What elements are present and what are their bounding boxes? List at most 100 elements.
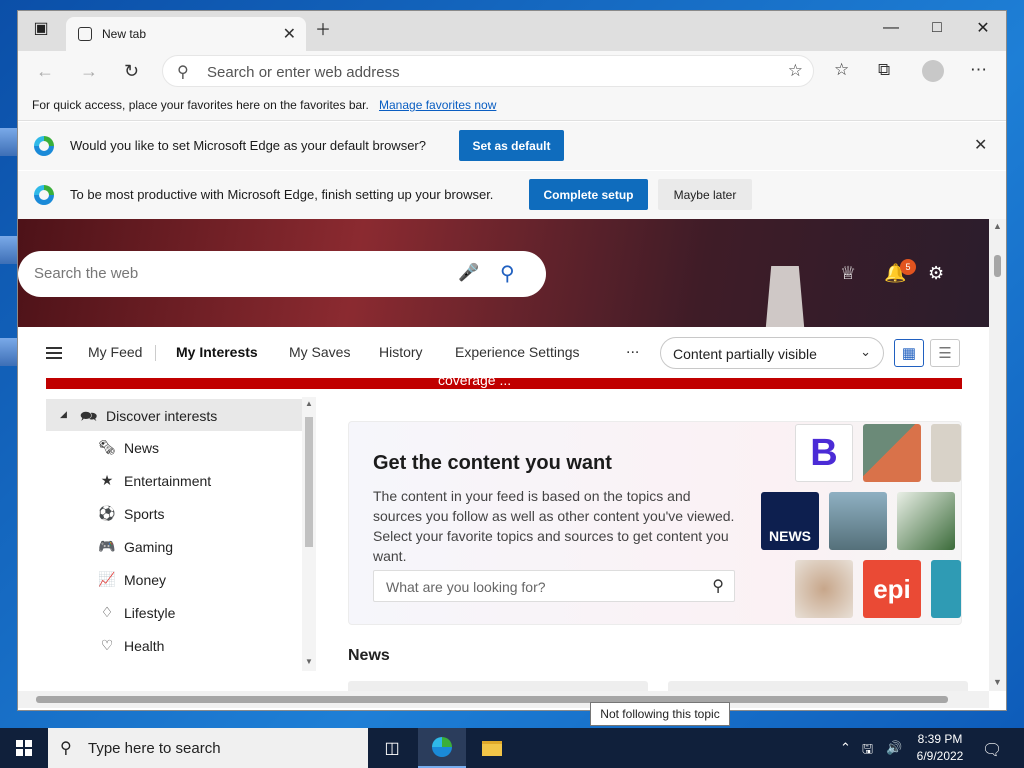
tab-my-feed[interactable]: My Feed [88, 344, 142, 360]
file-explorer-icon[interactable] [468, 728, 516, 768]
topic-tile-image[interactable] [931, 560, 961, 618]
edge-logo-icon [34, 185, 54, 205]
news-section-heading: News [348, 647, 390, 664]
tab-experience-settings[interactable]: Experience Settings [455, 344, 580, 360]
more-icon[interactable]: ⋯ [970, 60, 987, 80]
complete-setup-button[interactable]: Complete setup [529, 179, 648, 210]
page-horizontal-scrollbar[interactable] [18, 691, 989, 708]
hamburger-menu-icon[interactable] [46, 347, 62, 359]
news-card[interactable] [668, 681, 968, 691]
topic-tile-image[interactable] [863, 424, 921, 482]
start-button[interactable] [0, 728, 48, 768]
scrollbar-thumb[interactable] [305, 417, 313, 547]
forward-icon[interactable]: → [80, 61, 98, 82]
collections-icon[interactable]: ⧉ [878, 60, 890, 80]
volume-icon[interactable]: 🔊 [886, 740, 902, 756]
task-view-icon[interactable]: ◫ [368, 728, 416, 768]
ball-icon: ⚽ [98, 505, 116, 521]
grid-view-icon[interactable]: ▦ [894, 339, 924, 367]
source-tile-epi[interactable]: epi [863, 560, 921, 618]
interest-label: Health [124, 638, 165, 654]
collapse-triangle-icon[interactable]: ◢ [60, 409, 67, 420]
setup-message: To be most productive with Microsoft Edg… [70, 187, 494, 202]
settings-gear-icon[interactable]: ⚙ [928, 263, 944, 284]
tile-label: NEWS [769, 528, 811, 544]
topic-search-input[interactable]: What are you looking for? ⚲ [373, 570, 735, 602]
set-as-default-button[interactable]: Set as default [459, 130, 564, 161]
new-tab-button[interactable]: ＋ [300, 11, 346, 45]
desktop-icon[interactable] [0, 128, 18, 156]
windmill-image [765, 266, 805, 327]
newspaper-icon: 🗞 [98, 439, 116, 455]
coverage-banner[interactable]: coverage ... [46, 378, 962, 389]
back-icon[interactable]: ← [36, 61, 54, 82]
scrollbar-thumb[interactable] [36, 696, 948, 703]
chevron-up-icon[interactable]: ⌃ [840, 740, 851, 756]
network-icon[interactable]: 🖫 [862, 740, 873, 762]
interest-label: Entertainment [124, 473, 212, 489]
tab-new-tab[interactable]: New tab ✕ [66, 17, 306, 51]
get-content-card: Get the content you want The content in … [348, 421, 962, 625]
notifications-center-icon[interactable]: 🗨 [982, 740, 1002, 760]
interests-scrollbar[interactable]: ▲ ▼ [302, 397, 316, 671]
desktop-icon[interactable] [0, 236, 18, 264]
discover-interests-label: Discover interests [106, 408, 218, 424]
address-bar[interactable]: ⚲ Search or enter web address ☆ [162, 55, 814, 87]
topic-tile-image[interactable] [897, 492, 955, 550]
refresh-icon[interactable]: ↻ [124, 61, 139, 82]
manage-favorites-link[interactable]: Manage favorites now [379, 98, 496, 112]
discover-interests-header[interactable]: ◢ 🗪 Discover interests [46, 399, 302, 431]
topic-tile-image[interactable] [829, 492, 887, 550]
tab-history[interactable]: History [379, 344, 423, 360]
topic-tile-image[interactable] [795, 560, 853, 618]
search-icon[interactable]: ⚲ [500, 261, 515, 286]
interest-label: Gaming [124, 539, 174, 555]
profile-avatar[interactable] [922, 60, 944, 82]
tile-label: epi [873, 573, 911, 604]
page-vertical-scrollbar[interactable]: ▲ ▼ [989, 219, 1006, 691]
close-tab-icon[interactable]: ✕ [283, 24, 296, 44]
feed-more-button[interactable]: ... [626, 340, 639, 358]
scroll-up-icon[interactable]: ▲ [993, 221, 1002, 231]
minimize-button[interactable]: — [868, 11, 914, 45]
source-tile-b[interactable]: B [795, 424, 853, 482]
topic-tile-image[interactable] [931, 424, 961, 482]
desktop-icon[interactable] [0, 338, 18, 366]
chart-icon: 📈 [98, 571, 116, 587]
scroll-up-icon[interactable]: ▲ [305, 399, 313, 408]
close-window-button[interactable]: ✕ [960, 11, 1006, 45]
rewards-icon[interactable]: ♕ [840, 263, 856, 284]
toolbar: ← → ↻ ⚲ Search or enter web address ☆ ☆ … [18, 51, 1006, 91]
scrollbar-thumb[interactable] [994, 255, 1001, 277]
tab-my-saves[interactable]: My Saves [289, 344, 350, 360]
add-favorite-icon[interactable]: ☆ [788, 61, 803, 81]
web-search-box[interactable]: Search the web 🎤 ⚲ [18, 251, 546, 297]
tab-actions-icon[interactable]: ▣ [18, 11, 64, 45]
maybe-later-button[interactable]: Maybe later [658, 179, 752, 210]
heart-icon: ♡ [100, 637, 114, 653]
edge-taskbar-icon[interactable] [418, 728, 466, 768]
taskbar: ⚲ Type here to search ◫ ⌃ 🖫 🔊 8:39 PM 6/… [0, 728, 1024, 768]
content-visibility-select[interactable]: Content partially visible ⌄ [660, 337, 884, 369]
maximize-button[interactable]: □ [914, 11, 960, 45]
gamepad-icon: 🎮 [98, 538, 116, 554]
web-search-placeholder: Search the web [34, 265, 139, 282]
list-view-icon[interactable]: ☰ [930, 339, 960, 367]
search-icon[interactable]: ⚲ [712, 576, 724, 596]
scroll-down-icon[interactable]: ▼ [305, 657, 313, 666]
tooltip: Not following this topic [590, 702, 730, 726]
close-infobar-icon[interactable]: ✕ [974, 135, 987, 155]
coverage-banner-text: coverage ... [438, 378, 512, 388]
taskbar-search-box[interactable]: ⚲ Type here to search [48, 728, 368, 768]
interest-label: Money [124, 572, 167, 588]
source-tile-nbc-news[interactable]: NEWS [761, 492, 819, 550]
favorites-icon[interactable]: ☆ [834, 60, 849, 80]
title-bar: ▣ New tab ✕ ＋ — □ ✕ [18, 11, 1006, 51]
favorites-bar-text: For quick access, place your favorites h… [32, 98, 369, 112]
tile-label: B [810, 431, 838, 474]
clock[interactable]: 8:39 PM 6/9/2022 [912, 731, 968, 765]
tab-my-interests[interactable]: My Interests [176, 344, 258, 360]
news-card[interactable] [348, 681, 648, 691]
scroll-down-icon[interactable]: ▼ [993, 677, 1002, 687]
microphone-icon[interactable]: 🎤 [458, 263, 479, 283]
